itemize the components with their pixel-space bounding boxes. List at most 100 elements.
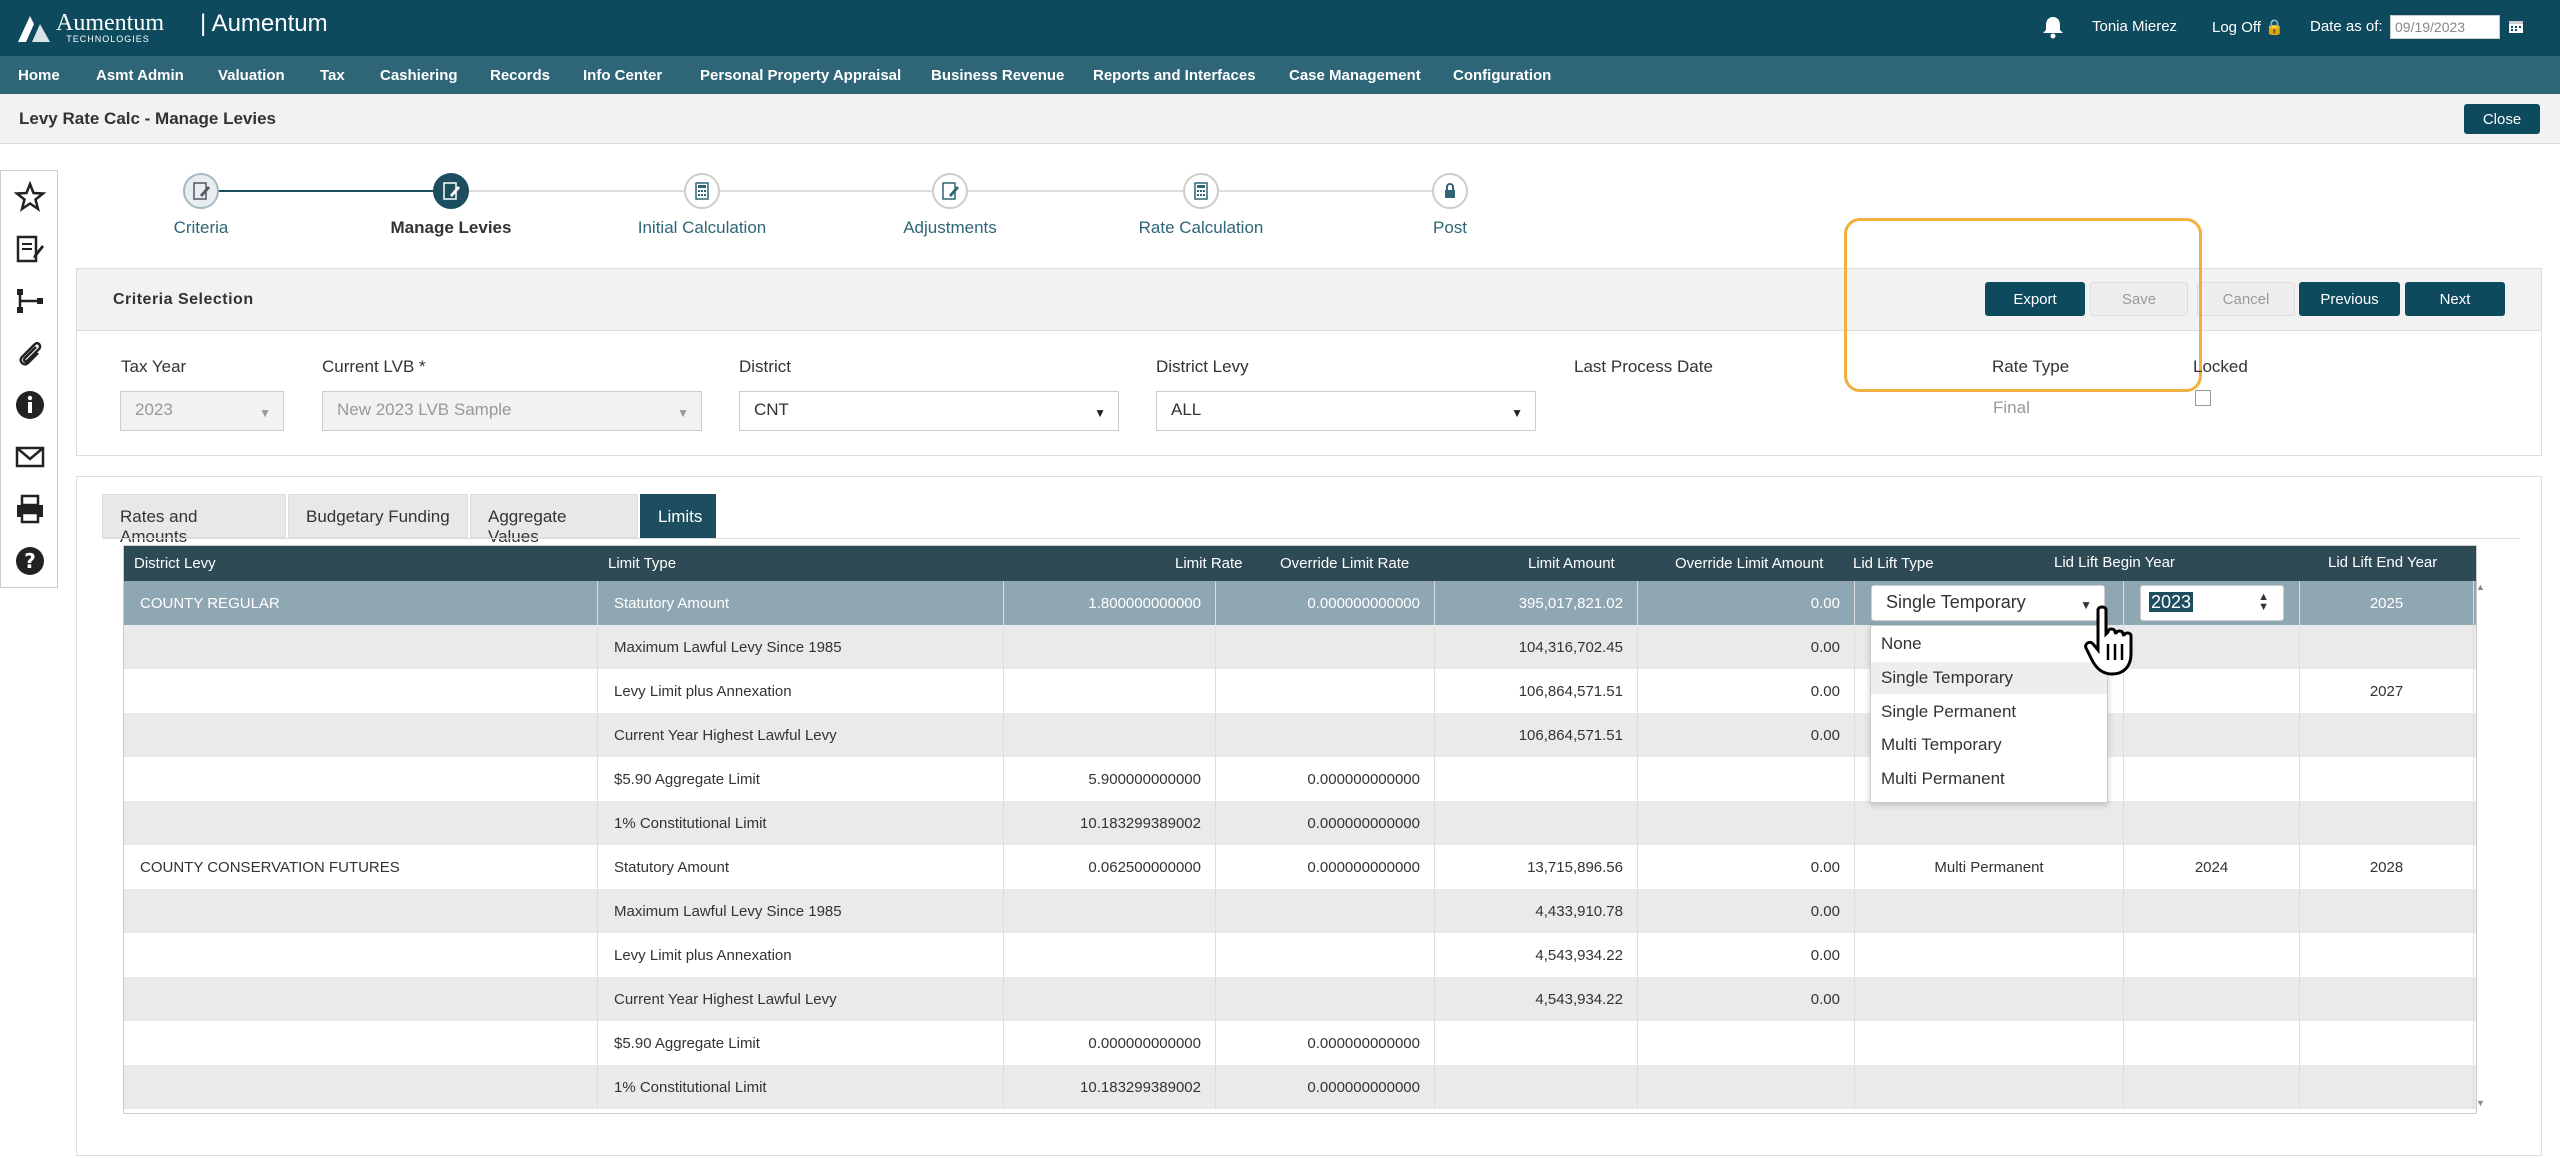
column-header-override-limit-amount[interactable]: Override Limit Amount bbox=[1675, 555, 1823, 572]
step-adjustments-circle[interactable] bbox=[932, 173, 968, 209]
cell-override-limit-amount[interactable] bbox=[1638, 757, 1855, 801]
column-header-limit-type[interactable]: Limit Type bbox=[608, 555, 676, 572]
step-criteria-circle[interactable] bbox=[183, 173, 219, 209]
cell-override-limit-amount[interactable]: 0.00 bbox=[1638, 625, 1855, 669]
option-multi-permanent[interactable]: Multi Permanent bbox=[1871, 763, 2107, 795]
cell-override-limit-amount[interactable]: 0.00 bbox=[1638, 669, 1855, 713]
aumentum-logo[interactable]: Aumentum TECHNOLOGIES bbox=[16, 6, 164, 50]
table-row[interactable]: COUNTY CONSERVATION FUTURES Statutory Amo… bbox=[124, 845, 2476, 889]
column-header-limit-amount[interactable]: Limit Amount bbox=[1528, 555, 1615, 572]
step-initial-calculation-circle[interactable] bbox=[684, 173, 720, 209]
cell-override-limit-rate[interactable] bbox=[1216, 889, 1435, 933]
tab-budgetary-funding[interactable]: Budgetary Funding bbox=[288, 494, 468, 538]
cell-override-limit-rate[interactable]: 0.000000000000 bbox=[1216, 845, 1435, 889]
cell-override-limit-rate[interactable]: 0.000000000000 bbox=[1216, 1021, 1435, 1065]
cell-lid-lift-end-year[interactable] bbox=[2300, 889, 2474, 933]
table-row[interactable]: $5.90 Aggregate Limit 0.000000000000 0.000… bbox=[124, 1021, 2476, 1065]
cell-lid-lift-begin-year[interactable] bbox=[2124, 889, 2300, 933]
cell-override-limit-rate[interactable] bbox=[1216, 669, 1435, 713]
current-lvb-select[interactable]: New 2023 LVB Sample ▼ bbox=[322, 391, 702, 431]
calendar-icon[interactable] bbox=[2508, 18, 2524, 34]
hierarchy-icon[interactable] bbox=[14, 285, 46, 317]
spinner-icon[interactable]: ▲ ▼ bbox=[2258, 592, 2269, 613]
cell-lid-lift-type[interactable] bbox=[1855, 1021, 2124, 1065]
cell-override-limit-rate[interactable] bbox=[1216, 713, 1435, 757]
cancel-button[interactable]: Cancel bbox=[2197, 282, 2295, 316]
table-row[interactable]: Current Year Highest Lawful Levy 106,864,… bbox=[124, 713, 2476, 757]
menu-item-configuration[interactable]: Configuration bbox=[1453, 67, 1551, 84]
menu-item-home[interactable]: Home bbox=[18, 67, 60, 84]
cell-lid-lift-end-year[interactable] bbox=[2300, 713, 2474, 757]
cell-lid-lift-begin-year[interactable] bbox=[2124, 1021, 2300, 1065]
cell-lid-lift-end-year[interactable]: 2027 bbox=[2300, 669, 2474, 713]
step-adjustments-label[interactable]: Adjustments bbox=[850, 218, 1050, 238]
option-single-temporary[interactable]: Single Temporary bbox=[1871, 662, 2107, 694]
cell-lid-lift-end-year[interactable]: 2025 bbox=[2300, 581, 2474, 625]
cell-override-limit-amount[interactable]: 0.00 bbox=[1638, 933, 1855, 977]
cell-lid-lift-begin-year[interactable] bbox=[2124, 669, 2300, 713]
option-multi-temporary[interactable]: Multi Temporary bbox=[1871, 729, 2107, 761]
tax-year-select[interactable]: 2023 ▼ bbox=[120, 391, 284, 431]
cell-lid-lift-type[interactable] bbox=[1855, 889, 2124, 933]
cell-override-limit-amount[interactable] bbox=[1638, 801, 1855, 845]
cell-lid-lift-begin-year[interactable] bbox=[2124, 1065, 2300, 1109]
district-select[interactable]: CNT ▼ bbox=[739, 391, 1119, 431]
step-post-circle[interactable] bbox=[1432, 173, 1468, 209]
cell-lid-lift-end-year[interactable] bbox=[2300, 757, 2474, 801]
cell-override-limit-rate[interactable] bbox=[1216, 625, 1435, 669]
menu-item-tax[interactable]: Tax bbox=[320, 67, 345, 84]
table-row[interactable]: Maximum Lawful Levy Since 1985 4,433,910.… bbox=[124, 889, 2476, 933]
menu-item-valuation[interactable]: Valuation bbox=[218, 67, 285, 84]
cell-override-limit-rate[interactable]: 0.000000000000 bbox=[1216, 581, 1435, 625]
menu-item-reports-and-interfaces[interactable]: Reports and Interfaces bbox=[1093, 67, 1256, 84]
column-header-limit-rate[interactable]: Limit Rate bbox=[1175, 555, 1243, 572]
cell-lid-lift-end-year[interactable] bbox=[2300, 1065, 2474, 1109]
column-header-lid-lift-begin-year[interactable]: Lid Lift Begin Year bbox=[2054, 554, 2175, 571]
cell-override-limit-amount[interactable]: 0.00 bbox=[1638, 581, 1855, 625]
table-row[interactable]: 1% Constitutional Limit 10.183299389002 0.… bbox=[124, 1065, 2476, 1109]
option-single-permanent[interactable]: Single Permanent bbox=[1871, 696, 2107, 728]
cell-lid-lift-begin-year[interactable] bbox=[2124, 625, 2300, 669]
cell-lid-lift-end-year[interactable] bbox=[2300, 1021, 2474, 1065]
close-button[interactable]: Close bbox=[2464, 104, 2540, 134]
bell-icon[interactable] bbox=[2040, 14, 2066, 40]
cell-override-limit-rate[interactable] bbox=[1216, 977, 1435, 1021]
locked-checkbox[interactable] bbox=[2195, 390, 2211, 406]
step-rate-calculation-label[interactable]: Rate Calculation bbox=[1101, 218, 1301, 238]
table-row[interactable]: $5.90 Aggregate Limit 5.900000000000 0.000… bbox=[124, 757, 2476, 801]
cell-override-limit-amount[interactable]: 0.00 bbox=[1638, 977, 1855, 1021]
menu-item-cashiering[interactable]: Cashiering bbox=[380, 67, 458, 84]
menu-item-asmt-admin[interactable]: Asmt Admin bbox=[96, 67, 184, 84]
cell-lid-lift-begin-year[interactable] bbox=[2124, 933, 2300, 977]
cell-override-limit-amount[interactable] bbox=[1638, 1021, 1855, 1065]
menu-item-info-center[interactable]: Info Center bbox=[583, 67, 662, 84]
date-as-of-input[interactable]: 09/19/2023 bbox=[2390, 15, 2500, 39]
cell-override-limit-rate[interactable]: 0.000000000000 bbox=[1216, 801, 1435, 845]
option-none[interactable]: None bbox=[1871, 628, 2107, 660]
previous-button[interactable]: Previous bbox=[2299, 282, 2400, 316]
step-manage-levies-label[interactable]: Manage Levies bbox=[351, 218, 551, 238]
cell-lid-lift-end-year[interactable] bbox=[2300, 801, 2474, 845]
menu-item-records[interactable]: Records bbox=[490, 67, 550, 84]
cell-lid-lift-begin-year[interactable]: 2024 bbox=[2124, 845, 2300, 889]
cell-override-limit-amount[interactable] bbox=[1638, 1065, 1855, 1109]
column-header-lid-lift-type[interactable]: Lid Lift Type bbox=[1853, 555, 1934, 572]
step-criteria-label[interactable]: Criteria bbox=[101, 218, 301, 238]
logoff-link[interactable]: Log Off 🔒 bbox=[2212, 18, 2284, 36]
cell-override-limit-rate[interactable]: 0.000000000000 bbox=[1216, 757, 1435, 801]
cell-lid-lift-begin-year[interactable] bbox=[2124, 801, 2300, 845]
next-button[interactable]: Next bbox=[2405, 282, 2505, 316]
lid-lift-type-select[interactable]: Single Temporary ▼ bbox=[1871, 585, 2105, 621]
cell-override-limit-rate[interactable]: 0.000000000000 bbox=[1216, 1065, 1435, 1109]
cell-override-limit-amount[interactable]: 0.00 bbox=[1638, 845, 1855, 889]
column-header-override-limit-rate[interactable]: Override Limit Rate bbox=[1280, 555, 1409, 572]
star-icon[interactable] bbox=[14, 181, 46, 213]
info-icon[interactable] bbox=[14, 389, 46, 421]
lid-lift-begin-year-input[interactable]: 2023 ▲ ▼ bbox=[2140, 585, 2284, 621]
cell-lid-lift-begin-year[interactable] bbox=[2124, 713, 2300, 757]
cell-lid-lift-end-year[interactable] bbox=[2300, 625, 2474, 669]
edit-document-icon[interactable] bbox=[14, 233, 46, 265]
step-manage-levies-circle[interactable] bbox=[433, 173, 469, 209]
cell-lid-lift-type[interactable]: Multi Permanent bbox=[1855, 845, 2124, 889]
step-post-label[interactable]: Post bbox=[1350, 218, 1550, 238]
